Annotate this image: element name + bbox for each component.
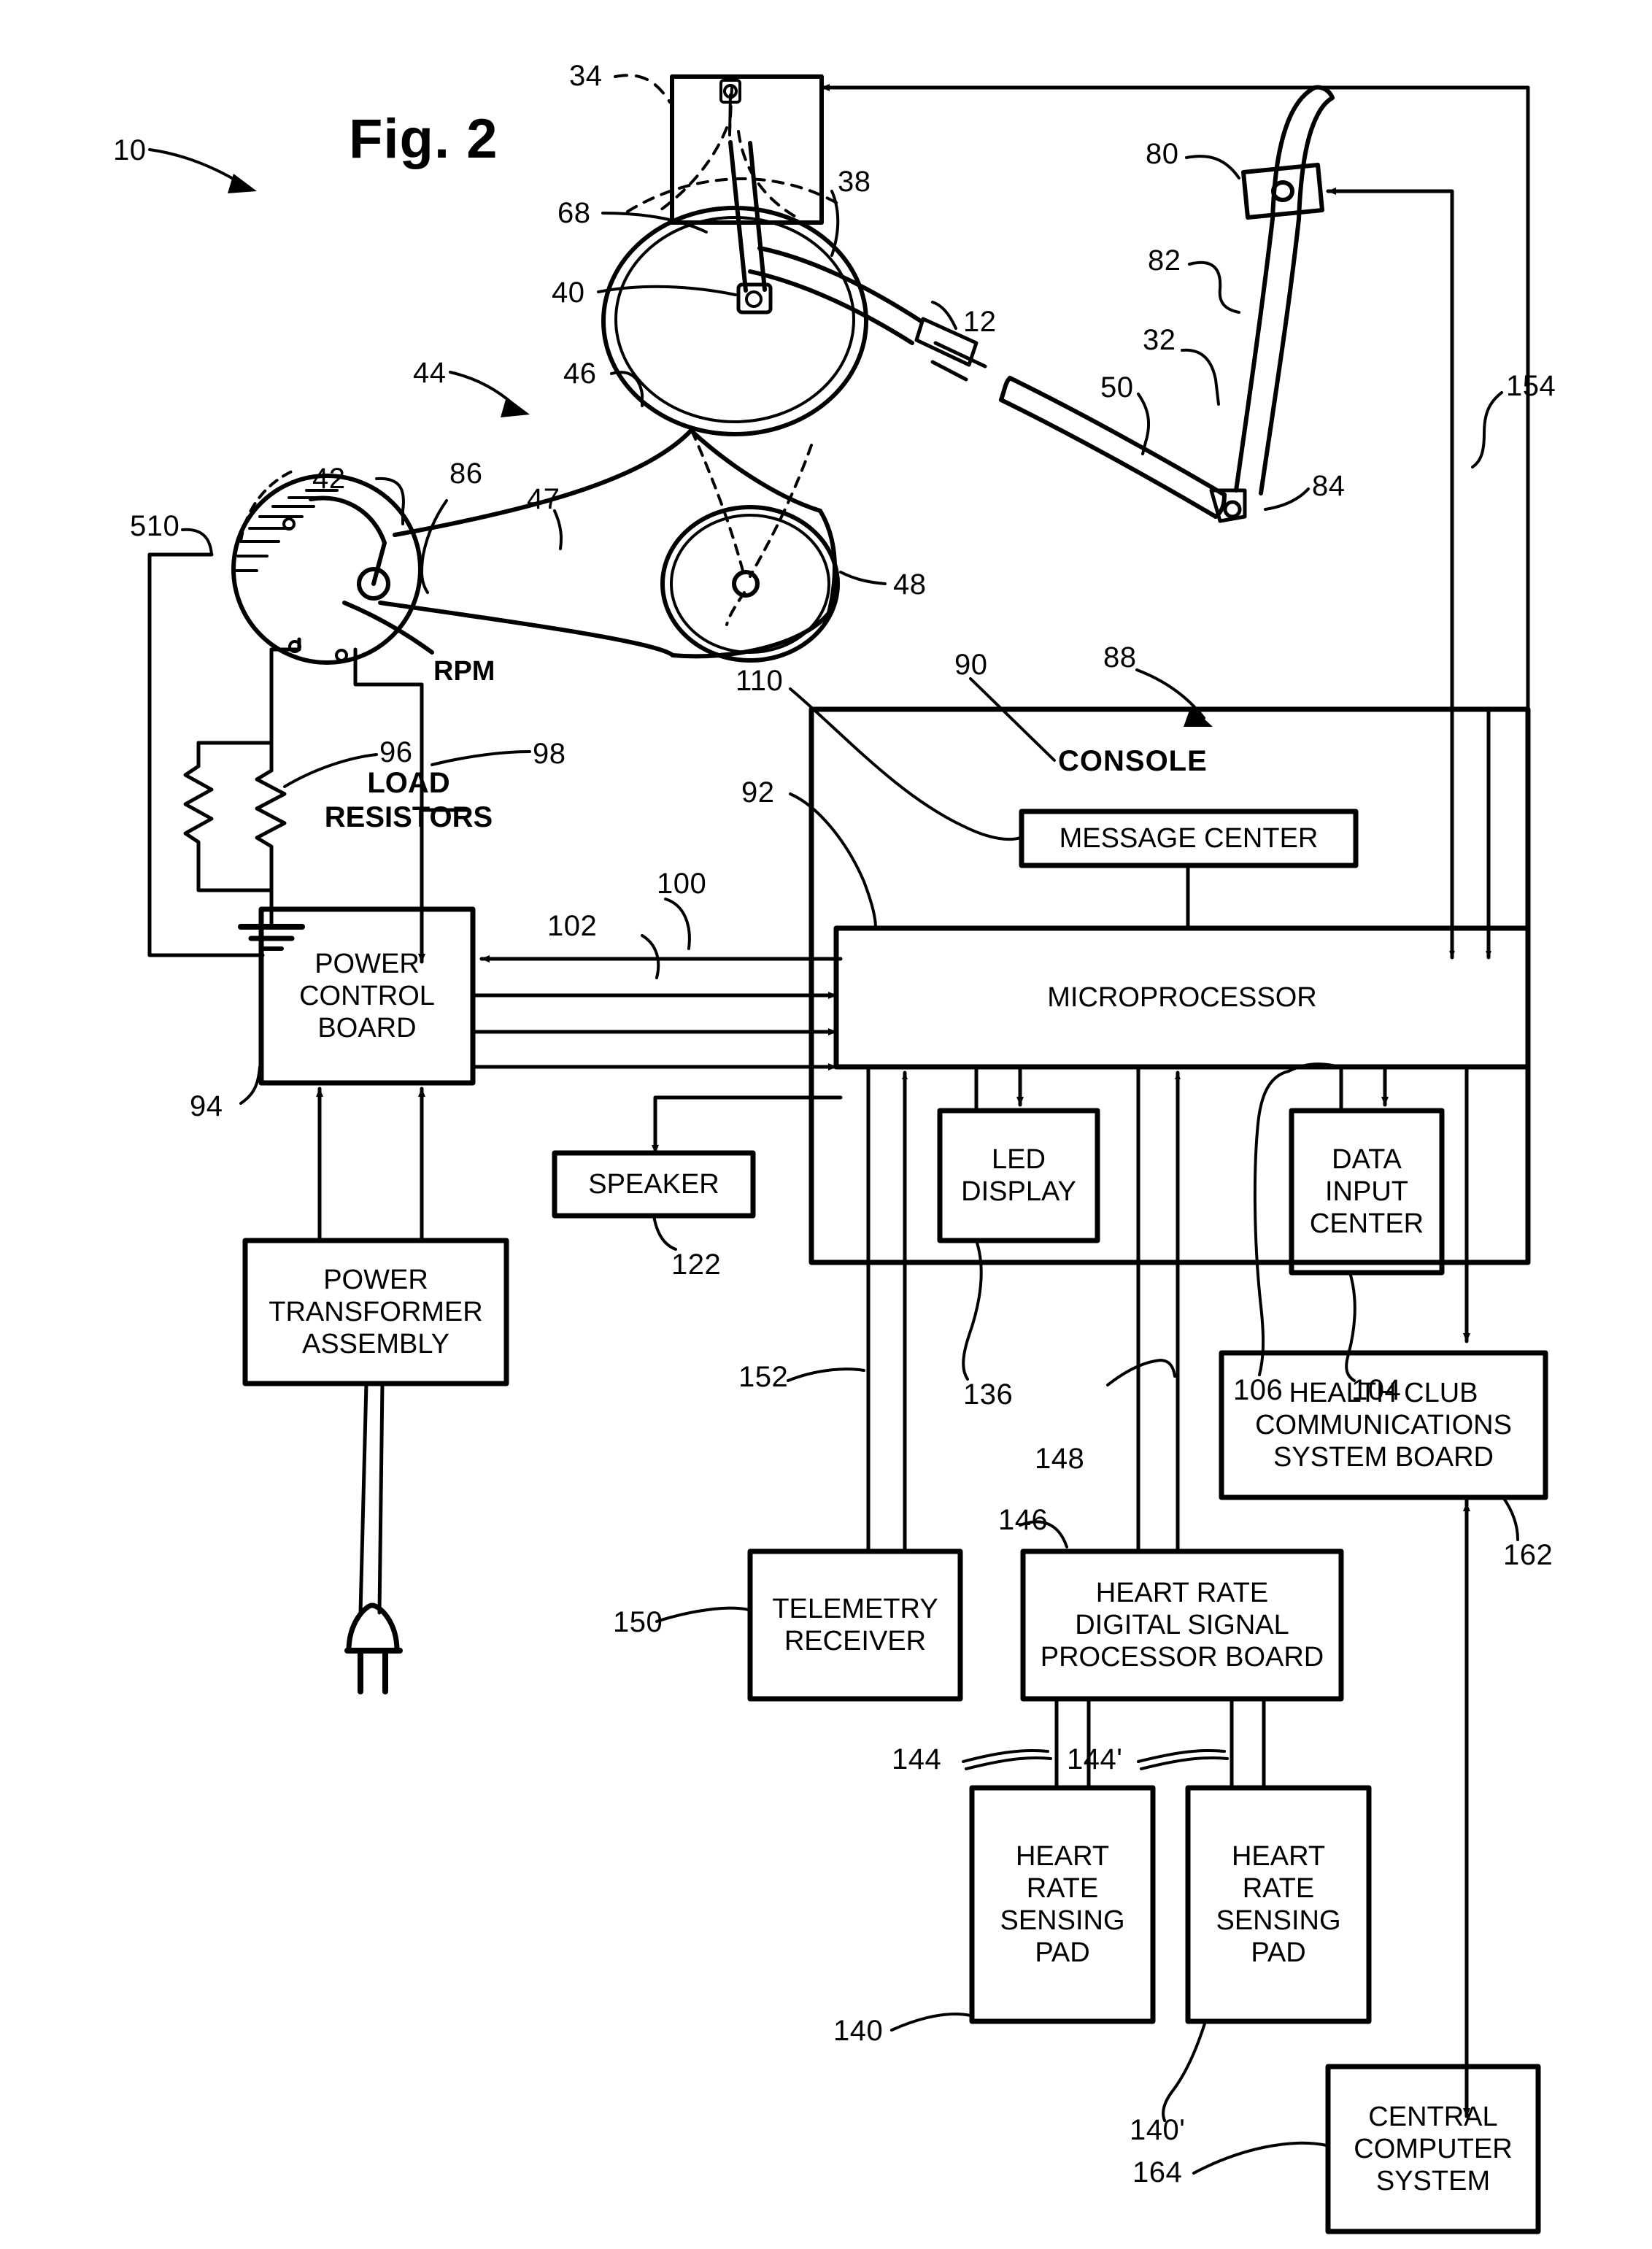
ref-12: 12 [963,306,997,338]
ref-122: 122 [671,1249,722,1281]
ref-150: 150 [613,1606,663,1638]
ref-86: 86 [449,458,483,490]
ref-164: 164 [1132,2156,1183,2188]
ref-140p: 140' [1130,2114,1186,2146]
ref-47: 47 [527,483,560,515]
ref-144p: 144' [1067,1743,1123,1775]
ref-80: 80 [1146,138,1179,170]
ref-104: 104 [1351,1374,1402,1406]
ref-144: 144 [892,1743,942,1775]
ref-140: 140 [833,2015,884,2047]
ref-162: 162 [1503,1539,1553,1571]
ref-68: 68 [557,197,591,229]
ref-88: 88 [1103,641,1137,674]
ref-154: 154 [1506,370,1556,402]
ref-148: 148 [1035,1443,1085,1475]
rpm-label: RPM [433,656,495,687]
ref-98: 98 [533,738,566,770]
ref-38: 38 [838,166,871,198]
ref-100: 100 [657,868,707,900]
ref-42: 42 [312,463,346,495]
figure-title: Fig. 2 [349,108,498,170]
console-label: CONSOLE [1058,745,1208,777]
ref-84: 84 [1312,470,1346,502]
ref-10: 10 [113,134,147,166]
ref-146: 146 [998,1504,1049,1536]
ref-46: 46 [563,358,597,390]
ref-94: 94 [190,1090,223,1122]
ref-92: 92 [741,776,775,809]
ref-44: 44 [413,357,447,389]
ref-136: 136 [963,1378,1014,1411]
ref-510: 510 [130,510,180,542]
ref-106: 106 [1233,1374,1284,1406]
ref-40: 40 [552,277,585,309]
ref-32: 32 [1143,324,1176,356]
figure-linework [147,74,1548,2234]
ref-34: 34 [569,60,603,92]
ref-48: 48 [893,568,927,601]
patent-figure-sheet: Fig. 2 10 34 38 68 40 44 46 42 86 47 48 … [0,0,1652,2249]
ref-152: 152 [738,1361,789,1393]
ref-96: 96 [379,736,413,768]
ref-50: 50 [1100,371,1134,404]
ref-110: 110 [736,665,784,697]
ref-102: 102 [547,910,598,942]
ref-90: 90 [954,649,988,681]
ref-82: 82 [1148,244,1181,277]
